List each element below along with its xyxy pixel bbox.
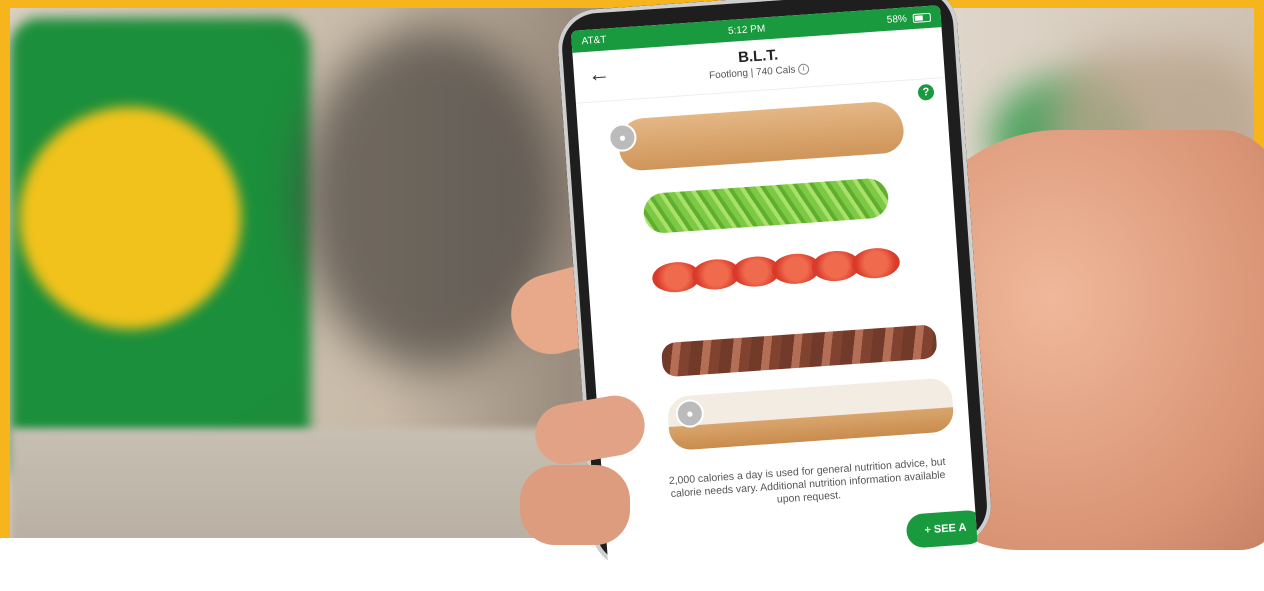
see-a-button[interactable]: + SEE A — [905, 509, 980, 549]
nutrition-disclaimer: 2,000 calories a day is used for general… — [668, 455, 946, 506]
tomato-slice — [850, 246, 901, 280]
battery-icon — [912, 12, 932, 23]
time: 5:12 PM — [727, 22, 766, 37]
battery-percent: 58% — [886, 12, 908, 26]
plus-icon: + — [924, 524, 932, 537]
help-button[interactable]: ? — [917, 83, 935, 101]
phone-screen: AT&T 5:12 PM 58% ← B.L.T. Footlong | 740… — [570, 5, 980, 590]
back-arrow-icon[interactable]: ← — [587, 60, 611, 87]
bread-top-layer[interactable] — [617, 100, 906, 172]
bacon-layer[interactable] — [660, 324, 938, 378]
lettuce-layer[interactable] — [642, 177, 890, 235]
finger — [520, 465, 630, 545]
carrier: AT&T — [581, 33, 607, 47]
info-icon[interactable]: i — [797, 63, 810, 76]
see-a-label: SEE A — [933, 521, 967, 536]
blurred-cup — [10, 18, 310, 488]
bread-bottom-layer[interactable] — [666, 377, 955, 452]
